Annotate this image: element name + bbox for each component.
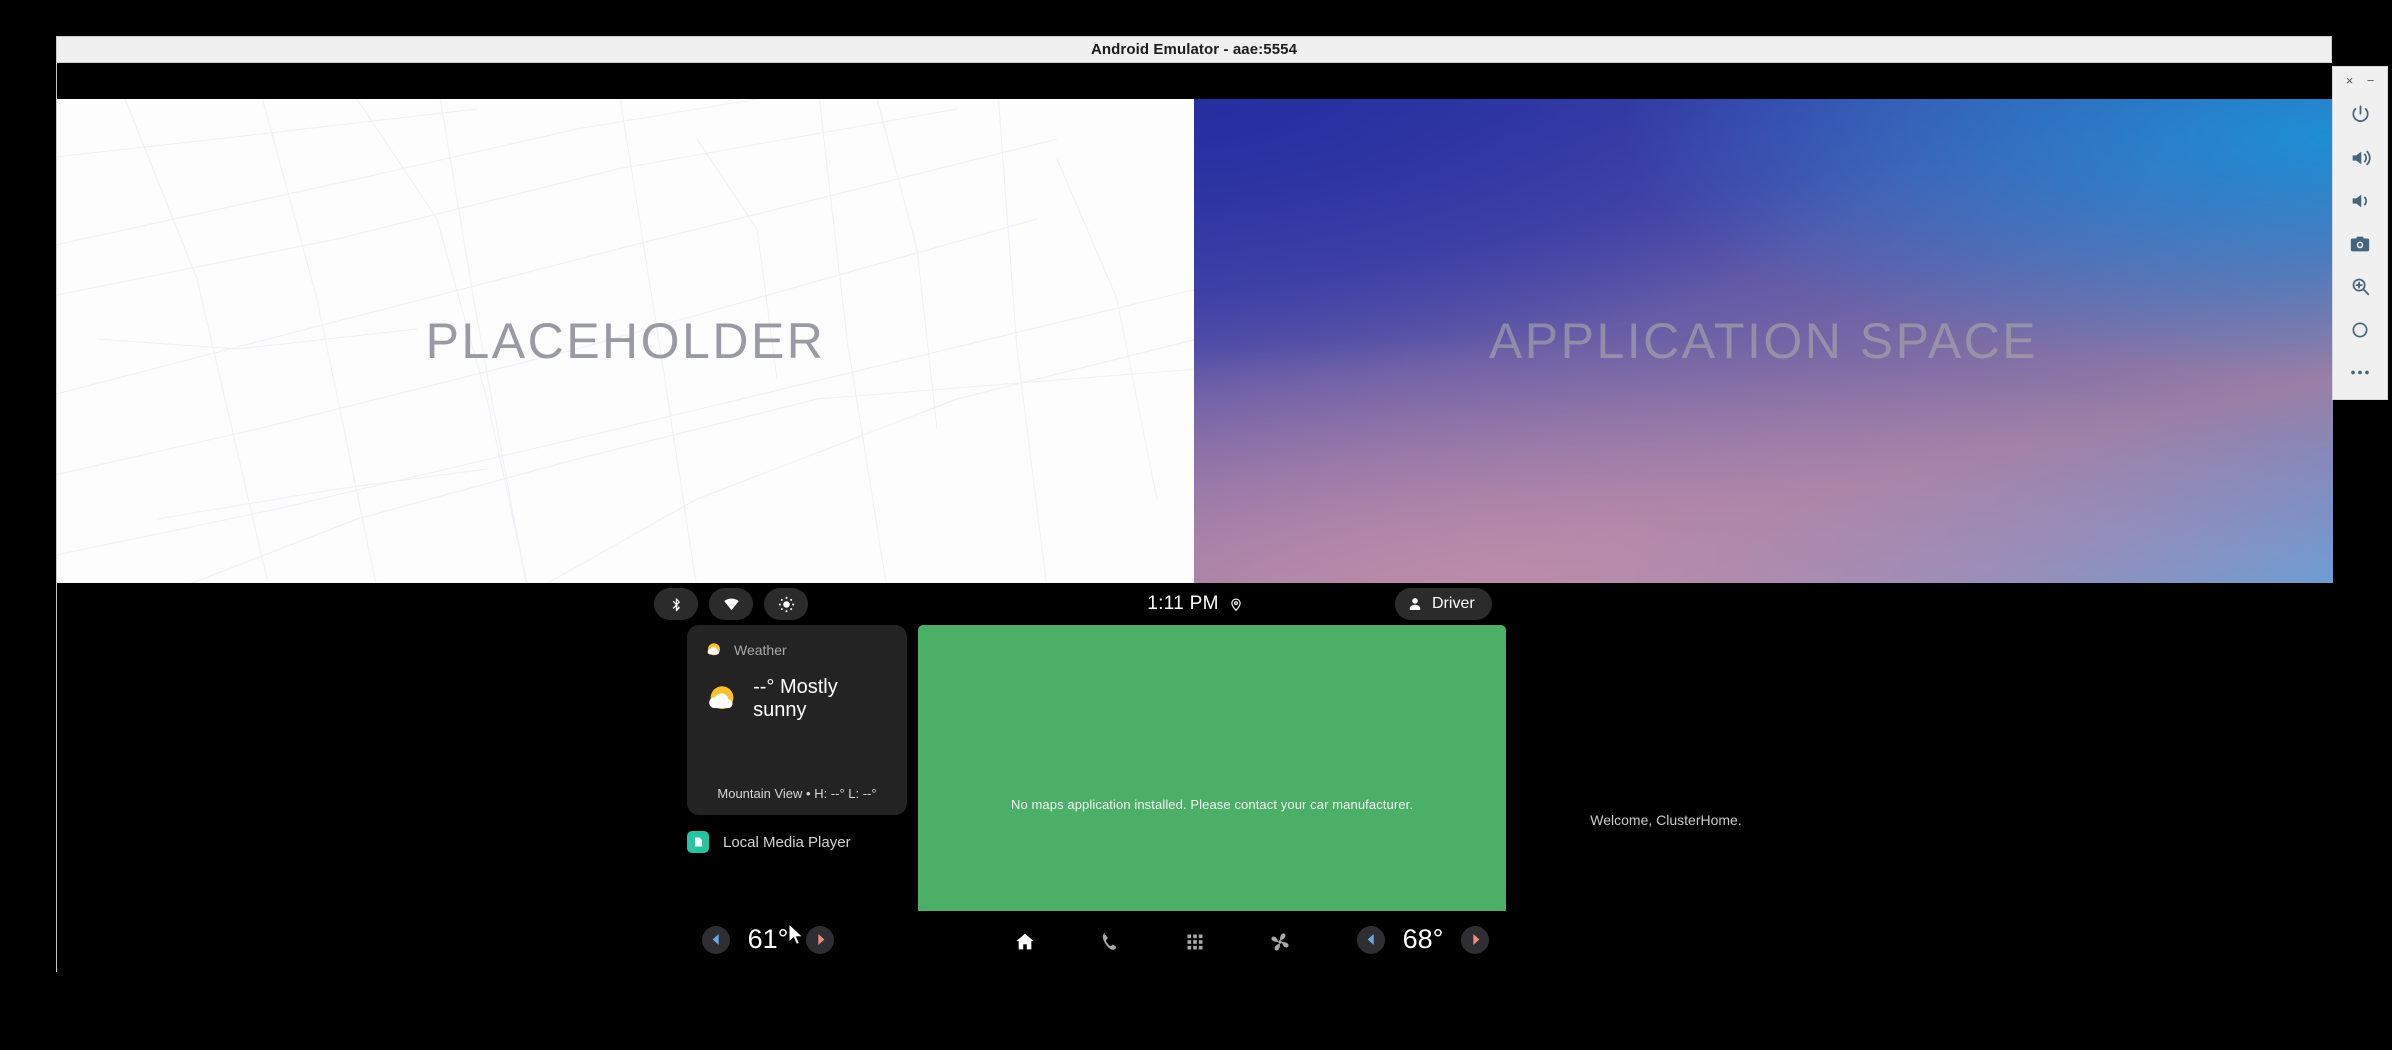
weather-location-hilo: Mountain View • H: --° L: --°: [717, 786, 877, 801]
user-profile-label: Driver: [1432, 595, 1475, 612]
power-icon[interactable]: [2332, 93, 2388, 136]
weather-condition: --° Mostly sunny: [753, 676, 838, 721]
nav-climate-button[interactable]: [1260, 922, 1300, 962]
window-titlebar: Android Emulator - aae:5554: [57, 37, 2331, 63]
user-profile-chip[interactable]: Driver: [1395, 588, 1492, 620]
emulator-window-controls: × −: [2333, 67, 2387, 93]
mostly-sunny-icon: [707, 643, 720, 656]
application-space-label: APPLICATION SPACE: [1488, 313, 2039, 369]
application-space-panel[interactable]: APPLICATION SPACE: [1194, 99, 2333, 583]
screenshot-camera-icon[interactable]: [2332, 222, 2388, 265]
status-bar: 1:11 PM Driver: [57, 583, 2333, 625]
top-panels: PLACEHOLDER APPLICATION SPACE: [57, 99, 2333, 583]
local-media-player-item[interactable]: Local Media Player: [687, 831, 851, 853]
home-icon: [1016, 933, 1034, 950]
media-app-icon: [687, 831, 709, 853]
chevron-left-icon: [1367, 934, 1374, 945]
bottom-navigation-bar: 61° 68°: [57, 911, 2333, 973]
weather-card[interactable]: Weather --° Mostly sunny Mountain View •…: [687, 625, 907, 815]
volume-up-icon[interactable]: [2332, 136, 2388, 179]
device-screen: PLACEHOLDER APPLICATION SPACE 1:11 PM Dr…: [57, 63, 2333, 973]
maps-empty-message: No maps application installed. Please co…: [1010, 796, 1414, 812]
emulator-window: Android Emulator - aae:5554 PLACEHOLDER …: [56, 36, 2333, 973]
location-pin-icon: [1231, 598, 1241, 611]
mouse-cursor: [788, 923, 804, 946]
emulator-side-toolbar: × −: [2332, 66, 2388, 400]
cluster-welcome-text: Welcome, ClusterHome.: [1590, 812, 1742, 828]
rotate-icon[interactable]: [2332, 308, 2388, 351]
local-media-player-label: Local Media Player: [723, 833, 851, 851]
close-icon[interactable]: ×: [2346, 74, 2354, 87]
nav-apps-button[interactable]: [1175, 922, 1215, 962]
weather-card-main: --° Mostly sunny: [705, 676, 889, 722]
chevron-right-icon: [1472, 934, 1479, 945]
mostly-sunny-large-icon: [709, 686, 734, 709]
clock-label: 1:11 PM: [1147, 593, 1219, 614]
more-icon[interactable]: [2332, 351, 2388, 394]
map-placeholder-label: PLACEHOLDER: [425, 313, 826, 369]
nav-home-button[interactable]: [1005, 922, 1045, 962]
volume-down-icon[interactable]: [2332, 179, 2388, 222]
fan-icon: [1271, 933, 1289, 951]
passenger-temp-decrease-button[interactable]: [1357, 925, 1385, 954]
window-title: Android Emulator - aae:5554: [1090, 41, 1298, 58]
phone-icon: [1102, 933, 1117, 950]
passenger-temp-value: 68°: [1402, 924, 1444, 954]
nav-icon-group: [57, 911, 2333, 973]
map-placeholder-panel[interactable]: PLACEHOLDER: [57, 99, 1194, 583]
status-clock-group: 1:11 PM: [57, 583, 2333, 625]
passenger-temp-increase-button[interactable]: [1461, 925, 1489, 954]
minimize-icon[interactable]: −: [2367, 74, 2375, 87]
grid-apps-icon: [1187, 934, 1203, 950]
person-icon: [1409, 598, 1421, 610]
weather-card-title: Weather: [734, 642, 787, 658]
nav-dialer-button[interactable]: [1090, 922, 1130, 962]
passenger-climate-control: 68°: [1357, 924, 1489, 955]
zoom-icon[interactable]: [2332, 265, 2388, 308]
weather-card-header: Weather: [705, 641, 889, 659]
screenshot-root: Android Emulator - aae:5554 PLACEHOLDER …: [0, 0, 2392, 1050]
